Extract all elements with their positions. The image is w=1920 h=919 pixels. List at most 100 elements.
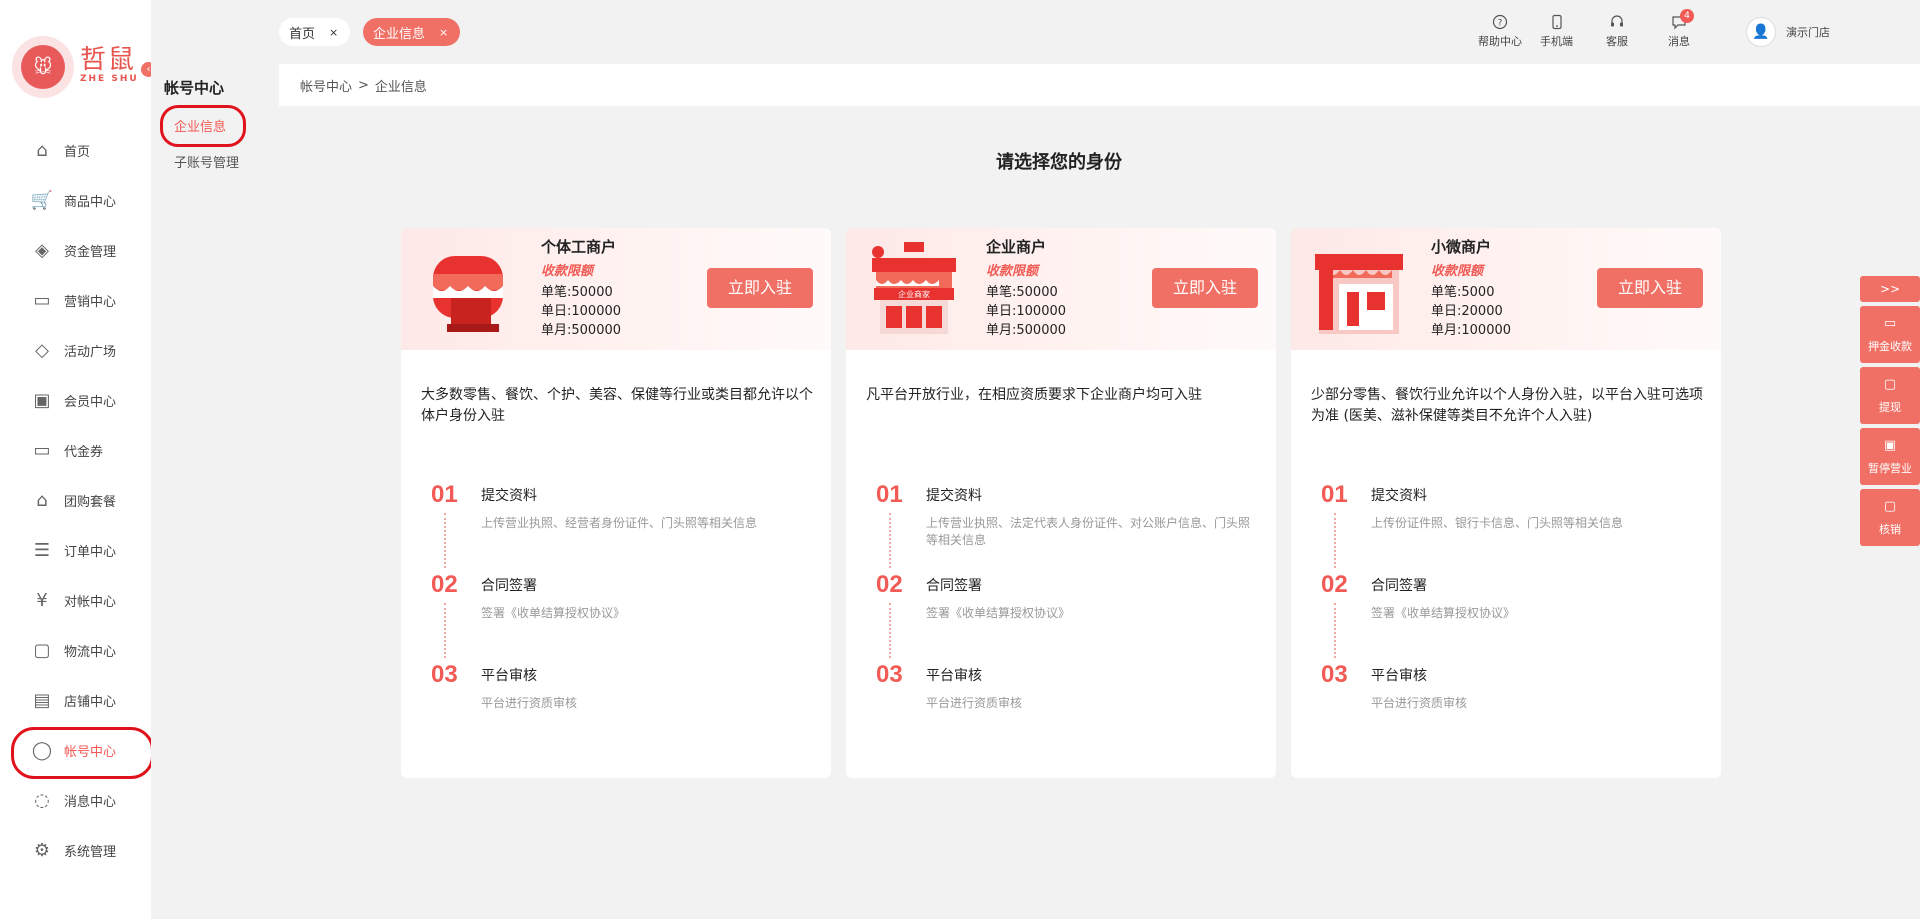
messages-button[interactable]: 4 消息 [1668,9,1694,49]
sub-item-subaccounts[interactable]: 子账号管理 [174,152,239,171]
step-connector [444,603,446,658]
sidebar-item-label: 系统管理 [64,844,117,860]
sidebar-item-home[interactable]: ⌂ 首页 [0,125,151,175]
yuan-icon: ¥ [36,589,48,611]
step-description: 平台进行资质审核 [926,696,1023,710]
sidebar-item-user[interactable]: ◯ 帐号中心 [0,725,154,779]
sidebar-item-megaphone[interactable]: ▭ 营销中心 [0,275,151,325]
floatbar-item[interactable]: ▢ 核销 [1860,489,1920,546]
limit-label: 收款限额 [1431,264,1484,279]
sidebar-item-label: 团购套餐 [64,494,117,510]
sub-item-company-info[interactable]: 企业信息 [159,105,247,147]
join-now-button[interactable]: 立即入驻 [1152,268,1258,308]
sidebar-item-label: 会员中心 [64,394,117,410]
step-description: 签署《收单结算授权协议》 [926,606,1071,620]
sidebar-item-message[interactable]: ◌ 消息中心 [0,775,151,825]
sidebar-item-label: 商品中心 [64,194,117,210]
sidebar-item-vip-card[interactable]: ▣ 会员中心 [0,375,151,425]
sidebar-item-yuan[interactable]: ¥ 对帐中心 [0,575,151,625]
withdraw-icon: ▢ [1883,376,1897,392]
breadcrumb: 帐号中心 > 企业信息 [279,64,1920,106]
help-icon: ? [1491,13,1509,31]
floatbar-item[interactable]: ▭ 押金收款 [1860,306,1920,363]
close-icon[interactable]: × [439,26,448,39]
breadcrumb-parent[interactable]: 帐号中心 [300,76,352,95]
step-connector [1334,513,1336,568]
sidebar-item-label: 店铺中心 [64,694,117,710]
messages-label: 消息 [1668,35,1690,48]
sub-sidebar: 帐号中心 企业信息 子账号管理 [151,0,279,919]
store-icon: ▤ [33,689,51,711]
merchant-type-description: 凡平台开放行业，在相应资质要求下企业商户均可入驻 [866,387,1202,403]
join-now-button[interactable]: 立即入驻 [1597,268,1703,308]
tab-home[interactable]: 首页 × [279,18,351,46]
user-menu[interactable]: 👤 演示门店 [1746,17,1830,47]
message-count-badge: 4 [1680,9,1694,23]
step-description: 签署《收单结算授权协议》 [1371,606,1516,620]
step-title: 合同签署 [481,578,537,594]
step-title: 平台审核 [1371,668,1427,684]
storefront-illustration-icon: 企业商家 [864,236,964,342]
limit-values: 单笔:50000 单日:100000 单月:500000 [541,283,621,340]
floatbar-item[interactable]: ▣ 暂停营业 [1860,428,1920,485]
chat-icon: 4 [1670,9,1694,31]
tab-company-info-label: 企业信息 [373,26,426,42]
merchant-type-name: 小微商户 [1431,238,1492,256]
tag-icon: ⌂ [36,489,48,511]
sidebar-item-label: 消息中心 [64,794,117,810]
limit-line: 单月:100000 [1431,323,1512,338]
sidebar-item-cart[interactable]: 🛒 商品中心 [0,175,151,225]
main-content: 请选择您的身份 个体工商户 收款限额 单笔:50000 单日:100000 单月:500… [279,106,1839,919]
step-number: 02 [876,571,903,598]
step-description: 上传营业执照、法定代表人身份证件、对公账户信息、门头照等相关信息 [926,516,1251,547]
sidebar-item-coupon[interactable]: ▭ 代金券 [0,425,151,475]
avatar: 👤 [1746,17,1776,47]
sidebar-item-layers[interactable]: ◈ 资金管理 [0,225,151,275]
sidebar-item-label: 首页 [64,144,91,160]
message-icon: ◌ [34,789,50,811]
limit-line: 单笔:50000 [986,285,1058,300]
sidebar-item-tag[interactable]: ⌂ 团购套餐 [0,475,151,525]
limit-label: 收款限额 [986,264,1039,279]
help-center-button[interactable]: ? 帮助中心 [1478,13,1522,49]
customer-service-button[interactable]: 客服 [1606,13,1628,49]
limit-line: 单月:500000 [541,323,622,338]
floatbar-item[interactable]: ▢ 提现 [1860,367,1920,424]
step-description: 平台进行资质审核 [481,696,578,710]
box-icon: ◇ [35,339,49,361]
card-header: 企业商家 企业商户收款限额单笔:50000 单日:100000 单月:500000 立即… [846,228,1276,350]
breadcrumb-current: 企业信息 [374,79,427,95]
merchant-type-name: 个体工商户 [541,238,617,256]
limit-line: 单日:100000 [541,304,622,319]
sidebar: 🐭 哲鼠 ZHE SHU ⌂ 首页 🛒 商品中心 ◈ 资金管理 ▭ 营销中心 ◇ 活动广场 ▣ 会员中… [0,0,154,919]
brand-name-en: ZHE SHU [80,74,139,84]
vip-card-icon: ▣ [33,389,51,411]
mouse-mascot-icon: 🐭 [12,36,74,98]
join-now-button[interactable]: 立即入驻 [707,268,813,308]
floatbar-item-label: 核销 [1879,522,1901,536]
tab-company-info[interactable]: 企业信息 × [363,18,461,46]
merchant-type-description: 少部分零售、餐饮行业允许以个人身份入驻，以平台入驻可选项为准 (医美、滋补保健等… [1311,387,1703,424]
step-title: 提交资料 [926,488,982,504]
sidebar-item-order[interactable]: ☰ 订单中心 [0,525,151,575]
verify-icon: ▢ [1883,498,1897,514]
sidebar-item-settings[interactable]: ⚙ 系统管理 [0,825,151,875]
sidebar-item-store[interactable]: ▤ 店铺中心 [0,675,151,725]
sidebar-item-label: 活动广场 [64,344,117,360]
limit-line: 单日:20000 [1431,304,1503,319]
limit-values: 单笔:50000 单日:100000 单月:500000 [986,283,1066,340]
mobile-button[interactable]: 手机端 [1540,13,1573,49]
pause-store-icon: ▣ [1883,437,1897,453]
close-icon[interactable]: × [329,26,338,39]
sidebar-item-box[interactable]: ◇ 活动广场 [0,325,151,375]
customer-service-label: 客服 [1606,35,1628,48]
floatbar-toggle-button[interactable]: >> [1860,276,1920,302]
layers-icon: ◈ [35,239,49,261]
sidebar-item-package[interactable]: ▢ 物流中心 [0,625,151,675]
settings-icon: ⚙ [33,839,51,861]
step-connector [444,513,446,568]
order-icon: ☰ [33,539,51,561]
floatbar-item-label: 提现 [1879,400,1901,414]
limit-line: 单笔:50000 [541,285,613,300]
merchant-type-name: 企业商户 [986,238,1047,256]
